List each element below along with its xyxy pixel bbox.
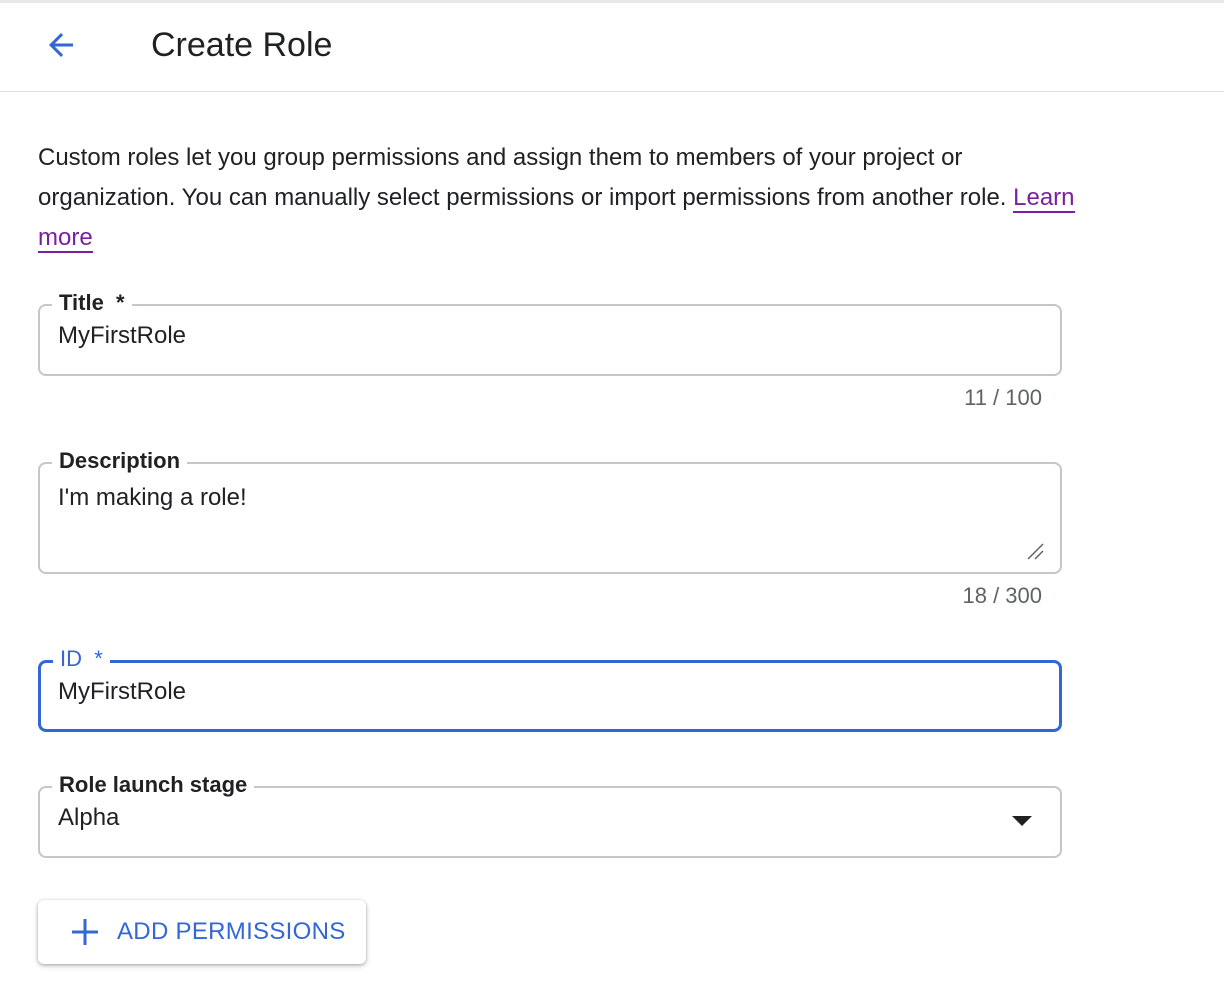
- resize-handle-icon[interactable]: [1026, 542, 1044, 560]
- launch-stage-label: Role launch stage: [52, 771, 255, 799]
- launch-stage-value: Alpha: [58, 804, 120, 831]
- dropdown-arrow-icon: [1012, 816, 1032, 826]
- id-input[interactable]: [58, 676, 999, 708]
- description-textarea[interactable]: I'm making a role!: [58, 482, 1000, 514]
- arrow-back-icon: [49, 33, 73, 57]
- title-char-counter: 11 / 100: [964, 385, 1042, 410]
- id-field[interactable]: ID *: [38, 645, 1062, 732]
- description-field[interactable]: Description I'm making a role!: [38, 447, 1062, 574]
- plus-icon: [72, 919, 98, 945]
- launch-stage-select[interactable]: Role launch stage Alpha: [38, 771, 1062, 858]
- title-field-label: Title *: [52, 289, 132, 317]
- back-button[interactable]: [36, 23, 86, 67]
- add-permissions-button[interactable]: ADD PERMISSIONS: [38, 900, 366, 964]
- intro-description: Custom roles let you group permissions a…: [38, 144, 1014, 211]
- title-field[interactable]: Title *: [38, 289, 1062, 376]
- top-bar: Create Role: [0, 0, 1224, 92]
- description-field-label: Description: [52, 447, 188, 475]
- id-field-label: ID *: [53, 645, 110, 673]
- title-input[interactable]: [58, 320, 1000, 352]
- page-title: Create Role: [151, 26, 333, 64]
- intro-text: Custom roles let you group permissions a…: [38, 138, 1078, 258]
- add-permissions-label: ADD PERMISSIONS: [117, 918, 346, 945]
- description-char-counter: 18 / 300: [962, 583, 1042, 608]
